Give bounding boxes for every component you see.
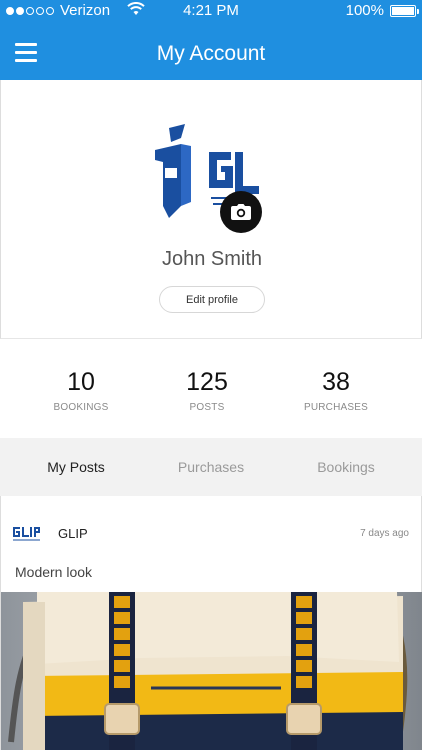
battery-icon xyxy=(390,5,419,17)
tab-purchases[interactable]: Purchases xyxy=(141,438,281,496)
stat-value: 10 xyxy=(67,368,95,396)
post-image[interactable] xyxy=(1,592,422,750)
battery-percent: 100% xyxy=(345,2,384,19)
post-card[interactable]: GLIP 7 days ago Modern look xyxy=(0,496,422,750)
post-header: GLIP 7 days ago xyxy=(1,496,422,566)
post-caption: Modern look xyxy=(15,564,93,580)
stat-value: 38 xyxy=(322,368,350,396)
author-avatar xyxy=(13,527,40,541)
stat-posts[interactable]: 125 POSTS xyxy=(137,368,277,413)
status-bar: Verizon 4:21 PM 100% xyxy=(0,0,422,22)
stat-purchases[interactable]: 38 PURCHASES xyxy=(266,368,406,413)
page-title: My Account xyxy=(156,42,266,65)
profile-name: John Smith xyxy=(161,248,263,270)
battery-info: 100% xyxy=(345,0,419,22)
app-header: Verizon 4:21 PM 100% My Account xyxy=(0,0,422,80)
content-tabs: My Posts Purchases Bookings xyxy=(0,438,422,496)
battery-fill xyxy=(392,7,414,15)
nav-bar: My Account xyxy=(0,28,422,80)
post-author[interactable]: GLIP xyxy=(58,526,88,541)
stat-value: 125 xyxy=(186,368,228,396)
tab-my-posts[interactable]: My Posts xyxy=(6,438,146,496)
stat-label: BOOKINGS xyxy=(53,402,109,413)
tab-bookings[interactable]: Bookings xyxy=(276,438,416,496)
edit-profile-button[interactable]: Edit profile xyxy=(159,286,265,313)
change-photo-button[interactable] xyxy=(220,191,262,233)
stats-row: 10 BOOKINGS 125 POSTS 38 PURCHASES xyxy=(0,340,422,438)
post-timestamp: 7 days ago xyxy=(360,528,409,539)
camera-icon xyxy=(231,204,251,220)
profile-card: John Smith Edit profile xyxy=(0,80,422,339)
stat-label: POSTS xyxy=(189,402,225,413)
stat-label: PURCHASES xyxy=(303,402,369,413)
handbag-photo xyxy=(1,592,422,750)
stat-bookings[interactable]: 10 BOOKINGS xyxy=(11,368,151,413)
